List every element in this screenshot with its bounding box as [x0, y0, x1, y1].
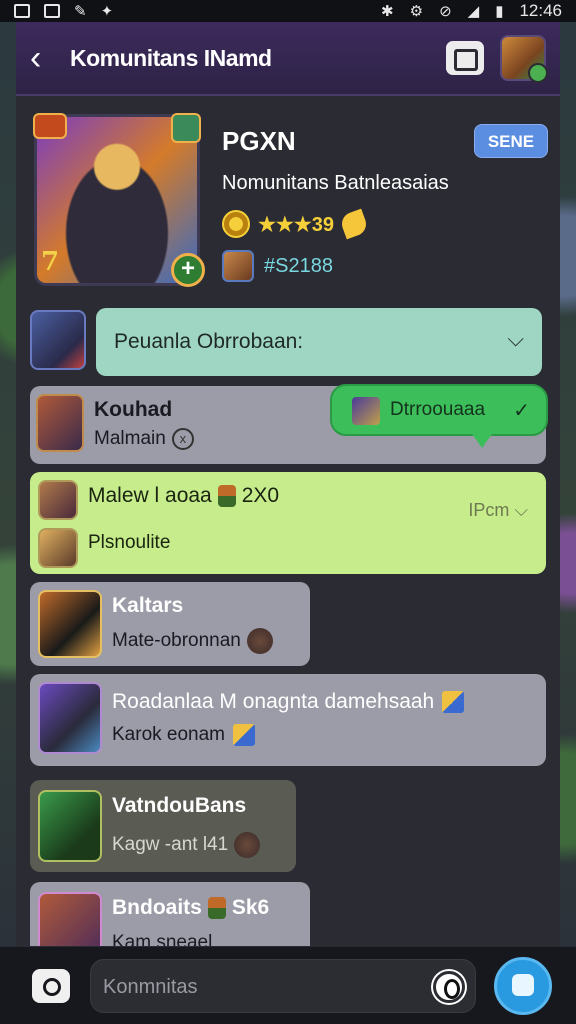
list-item[interactable]: Kouhad Malmain x Dtrroouaaa ✓: [30, 384, 548, 464]
rank-icon: [33, 113, 67, 139]
avatar: [38, 528, 78, 568]
avatar: [38, 790, 102, 862]
list-item[interactable]: Kaltars Mate-obronnan: [30, 582, 310, 666]
wing-icon: [338, 208, 370, 240]
player-id: #S2188: [264, 254, 333, 277]
item-subtitle: Malmain x: [94, 428, 194, 450]
item-title-suffix: 2X0: [241, 484, 280, 507]
profile-subtitle: Nomunitans Batnleasaias: [222, 172, 449, 194]
game-icon: ✦: [100, 2, 114, 20]
chevron-left-icon[interactable]: ‹: [30, 41, 54, 75]
character-icon: [234, 832, 261, 858]
emblem-icon: [246, 628, 273, 654]
window-icon[interactable]: [446, 41, 484, 75]
chat-icon[interactable]: [494, 957, 552, 1015]
profile-name: PGXN: [222, 126, 296, 156]
status-bar: ✎ ✦ ✱ ⚙ ⊘ ◢ ▮ 12:46: [0, 0, 576, 22]
item-subtitle: Karok eonam: [112, 724, 256, 746]
avatar[interactable]: [222, 250, 254, 282]
item-subtitle: Mate-obronnan: [112, 628, 273, 654]
item-title: Kouhad: [94, 398, 173, 421]
item-subtitle: Kagw -ant l41: [112, 832, 261, 858]
class-icon: [171, 113, 201, 143]
alarm-icon: ⚙: [409, 2, 424, 20]
avatar: [38, 682, 102, 754]
avatar: [38, 480, 78, 520]
item-title-text: Roadanlaa M onagnta damehsaah: [112, 690, 435, 713]
filter-dropdown[interactable]: Peuanla Obrrobaan: ⌵: [96, 308, 542, 376]
item-subtitle-text: Karok eonam: [112, 724, 226, 746]
flag-icon: [233, 724, 256, 746]
item-title-text: Malew l aoaa: [88, 484, 212, 507]
player-id-row: #S2188: [222, 250, 333, 282]
add-friend-button[interactable]: +: [171, 253, 205, 287]
item-subtitle-text: Mate-obronnan: [112, 630, 241, 652]
sprite-icon: [217, 485, 236, 508]
item-title: Kaltars: [112, 594, 184, 617]
avatar[interactable]: [30, 310, 86, 370]
bubble-text: Dtrroouaaa: [390, 399, 486, 420]
item-title: Roadanlaa M onagnta damehsaah: [112, 690, 465, 714]
check-icon: ✓: [513, 400, 530, 422]
list-item[interactable]: VatndouBans Kagw -ant l41: [30, 780, 296, 872]
lock-icon: [44, 3, 60, 18]
item-title: Bndoaits Sk6: [112, 896, 269, 920]
chevron-down-icon: ⌵: [507, 326, 524, 351]
list-item[interactable]: Bndoaits Sk6 Kam sneael: [30, 882, 310, 946]
item-title: Malew l aoaa 2X0: [88, 484, 279, 508]
coin-icon: [222, 210, 250, 238]
status-time: 12:46: [519, 1, 562, 20]
item-subtitle-text: Malmain: [94, 428, 166, 450]
level-icon: 7: [41, 247, 60, 277]
emoji-icon[interactable]: [433, 971, 465, 1003]
list-item[interactable]: Roadanlaa M onagnta damehsaah Karok eona…: [30, 674, 546, 766]
app-header: ‹ Komunitans INamd: [16, 22, 560, 96]
item-subtitle: Plsnoulite: [88, 532, 171, 553]
avatar: [38, 892, 102, 946]
gallery-icon: [14, 3, 30, 18]
camera-icon[interactable]: [32, 969, 70, 1003]
item-subtitle-text: Kagw -ant l41: [112, 834, 229, 856]
item-title: VatndouBans: [112, 794, 247, 817]
rating-row: ★★★39: [222, 208, 370, 240]
item-title-text: Bndoaits: [112, 896, 202, 919]
chat-bubble[interactable]: Dtrroouaaa ✓: [330, 384, 548, 448]
filter-label: Peuanla Obrrobaan:: [114, 330, 304, 353]
banner-icon: [442, 691, 465, 714]
message-input-wrap: [90, 959, 476, 1013]
avatar: [352, 397, 380, 425]
avatar[interactable]: [500, 35, 548, 83]
rating-value: ★★★39: [258, 213, 335, 236]
notification-icon: ✎: [74, 2, 87, 20]
community-panel: ‹ Komunitans INamd 7 + PGXN SENE Nomunit…: [16, 22, 560, 946]
composer-bar: [0, 946, 576, 1024]
mute-icon: ⊘: [439, 2, 452, 20]
timestamp[interactable]: IPcm ⌵: [468, 500, 528, 521]
message-input[interactable]: [103, 970, 423, 1004]
bluetooth-icon: ✱: [381, 2, 394, 20]
signal-icon: ◢: [467, 2, 480, 20]
avatar: [36, 394, 84, 452]
sprite-icon: [207, 897, 226, 920]
close-icon[interactable]: x: [171, 428, 194, 450]
avatar: [38, 590, 102, 658]
list-item[interactable]: Malew l aoaa 2X0 Plsnoulite IPcm ⌵: [30, 472, 546, 574]
hero-portrait[interactable]: 7 +: [33, 113, 205, 287]
item-subtitle: Kam sneael: [112, 932, 213, 946]
page-title: Komunitans INamd: [70, 44, 272, 71]
follow-button[interactable]: SENE: [474, 124, 548, 158]
battery-icon: ▮: [495, 2, 504, 20]
item-title-suffix: Sk6: [231, 896, 270, 919]
